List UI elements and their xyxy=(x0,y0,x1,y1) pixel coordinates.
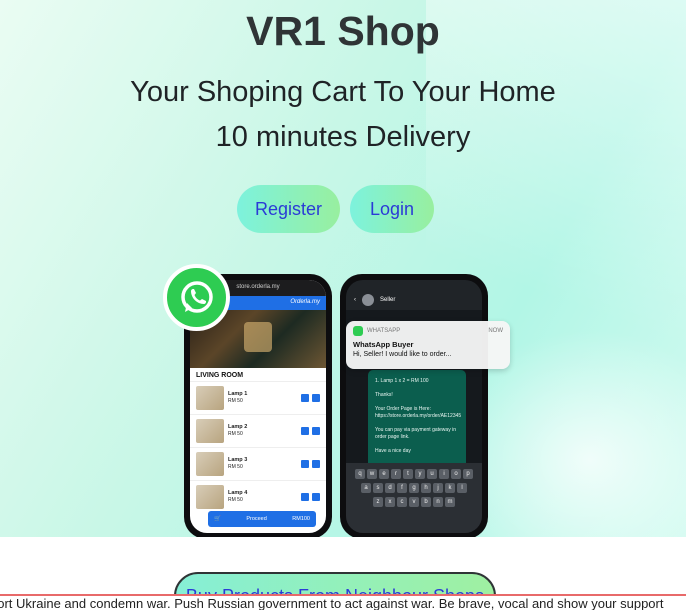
chat-contact: Seller xyxy=(380,297,396,303)
login-button[interactable]: Login xyxy=(350,185,434,233)
whatsapp-icon xyxy=(163,264,230,331)
register-button[interactable]: Register xyxy=(237,185,340,233)
support-ukraine-banner: port Ukraine and condemn war. Push Russi… xyxy=(0,594,686,610)
whatsapp-notification: WHATSAPP NOW WhatsApp Buyer Hi, Seller! … xyxy=(346,321,510,369)
product-name: Lamp 2 xyxy=(228,424,248,430)
product-row: Lamp 2 RM 50 xyxy=(190,414,326,447)
keyboard-row: zxcvbnm xyxy=(350,497,478,507)
whatsapp-icon xyxy=(353,326,363,336)
chat-phone: ‹ Seller 1. Lamp 1 x 2 = RM 100 Thanks! … xyxy=(340,274,488,537)
room-label: LIVING ROOM xyxy=(196,372,244,379)
keyboard-row: qwertyuiop xyxy=(350,469,478,479)
avatar xyxy=(362,294,374,306)
notification-app: WHATSAPP xyxy=(367,328,401,334)
chat-line: 1. Lamp 1 x 2 = RM 100 xyxy=(375,378,429,384)
quantity-stepper xyxy=(301,460,320,468)
quantity-stepper xyxy=(301,493,320,501)
product-thumbnail xyxy=(196,386,224,410)
chat-line: Your Order Page is Here: https://store.o… xyxy=(375,406,462,419)
product-row: Lamp 3 RM 50 xyxy=(190,447,326,480)
keyboard-row: asdfghjkl xyxy=(350,483,478,493)
product-price: RM 50 xyxy=(228,398,243,404)
product-row: Lamp 1 RM 50 xyxy=(190,381,326,414)
tagline: Your Shoping Cart To Your Home xyxy=(130,76,556,108)
cart-icon: 🛒 xyxy=(214,516,221,522)
proceed-label: Proceed xyxy=(246,516,267,522)
notification-title: WhatsApp Buyer xyxy=(353,340,414,349)
whatsapp-ordering-illustration: store.orderla.my Orderla.my LIVING ROOM … xyxy=(160,262,520,537)
chat-screen: ‹ Seller 1. Lamp 1 x 2 = RM 100 Thanks! … xyxy=(346,280,482,533)
product-price: RM 50 xyxy=(228,497,243,503)
product-row: Lamp 4 RM 50 xyxy=(190,480,326,513)
quantity-stepper xyxy=(301,394,320,402)
product-price: RM 50 xyxy=(228,464,243,470)
keyboard: qwertyuiop asdfghjkl zxcvbnm xyxy=(346,463,482,533)
product-name: Lamp 3 xyxy=(228,457,248,463)
product-thumbnail xyxy=(196,419,224,443)
chat-message: 1. Lamp 1 x 2 = RM 100 Thanks! Your Orde… xyxy=(368,370,466,470)
product-thumbnail xyxy=(196,452,224,476)
site-title: VR1 Shop xyxy=(246,8,440,54)
hero-section: VR1 Shop Your Shoping Cart To Your Home … xyxy=(0,0,686,537)
product-thumbnail xyxy=(196,485,224,509)
chat-line: You can pay via payment gateway in order… xyxy=(375,427,456,440)
product-name: Lamp 1 xyxy=(228,391,248,397)
total-label: RM100 xyxy=(292,516,310,522)
chat-line: Thanks! xyxy=(375,392,393,398)
proceed-bar: 🛒 Proceed RM100 xyxy=(208,511,316,527)
delivery-text: 10 minutes Delivery xyxy=(215,121,471,153)
back-icon: ‹ xyxy=(354,297,356,303)
product-price: RM 50 xyxy=(228,431,243,437)
notification-message: Hi, Seller! I would like to order... xyxy=(353,351,452,358)
banner-text: port Ukraine and condemn war. Push Russi… xyxy=(0,596,664,610)
quantity-stepper xyxy=(301,427,320,435)
product-name: Lamp 4 xyxy=(228,490,248,496)
chat-line: Have a nice day xyxy=(375,448,411,454)
chat-header: ‹ Seller xyxy=(346,280,482,310)
notification-time: NOW xyxy=(488,328,503,334)
